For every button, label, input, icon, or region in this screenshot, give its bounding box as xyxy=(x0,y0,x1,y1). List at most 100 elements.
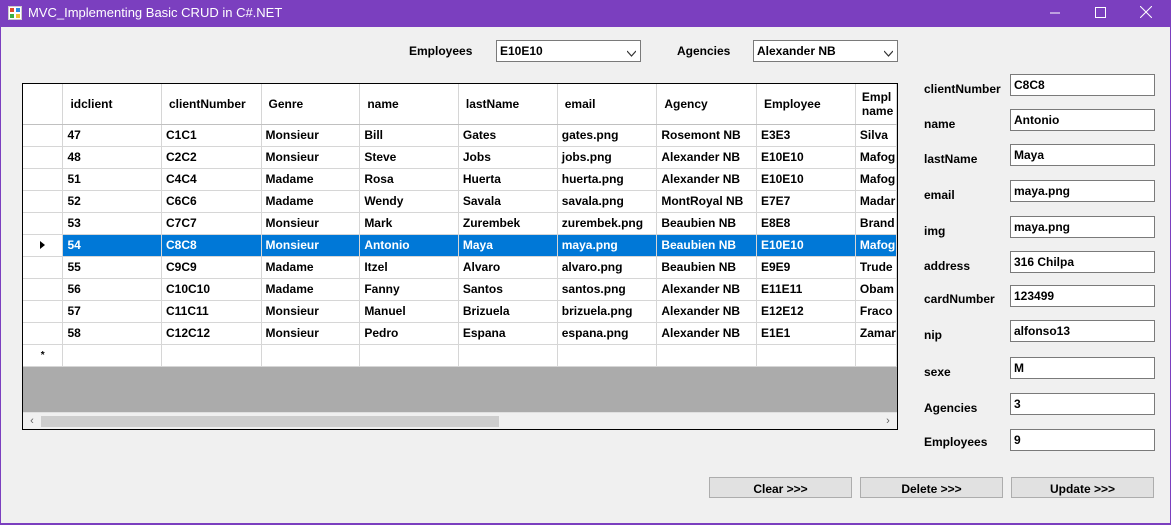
table-cell[interactable] xyxy=(261,344,361,367)
table-cell[interactable]: alvaro.png xyxy=(557,256,658,279)
table-cell[interactable]: Antonio xyxy=(359,234,459,257)
table-cell[interactable]: E10E10 xyxy=(756,146,856,169)
table-cell[interactable]: 57 xyxy=(62,300,162,323)
field-input[interactable]: maya.png xyxy=(1010,180,1155,202)
table-cell[interactable]: Bill xyxy=(359,124,459,147)
column-header[interactable]: Employee xyxy=(756,84,856,125)
table-cell[interactable]: Monsieur xyxy=(261,146,361,169)
table-cell[interactable]: Brizuela xyxy=(458,300,558,323)
table-cell[interactable]: Beaubien NB xyxy=(656,212,757,235)
table-cell[interactable]: Brand xyxy=(855,212,897,235)
table-cell[interactable]: Madame xyxy=(261,190,361,213)
table-cell[interactable]: Mark xyxy=(359,212,459,235)
table-cell[interactable]: C2C2 xyxy=(161,146,262,169)
table-cell[interactable]: E1E1 xyxy=(756,322,856,345)
table-cell[interactable]: Monsieur xyxy=(261,322,361,345)
table-cell[interactable]: E11E11 xyxy=(756,278,856,301)
row-header-cell[interactable] xyxy=(23,322,64,345)
table-cell[interactable]: E12E12 xyxy=(756,300,856,323)
table-cell[interactable]: Wendy xyxy=(359,190,459,213)
table-cell[interactable]: C8C8 xyxy=(161,234,262,257)
table-cell[interactable]: Madame xyxy=(261,168,361,191)
table-cell[interactable]: E8E8 xyxy=(756,212,856,235)
corner-header-cell[interactable] xyxy=(23,84,64,125)
table-cell[interactable]: zurembek.png xyxy=(557,212,658,235)
field-input[interactable]: M xyxy=(1010,357,1155,379)
table-cell[interactable]: C9C9 xyxy=(161,256,262,279)
table-cell[interactable]: C7C7 xyxy=(161,212,262,235)
table-row[interactable]: 54 C8C8 Monsieur Antonio Maya maya.png Beaubie… xyxy=(23,234,897,257)
table-cell[interactable]: Madame xyxy=(261,256,361,279)
field-input[interactable]: Maya xyxy=(1010,144,1155,166)
maximize-button[interactable] xyxy=(1077,0,1123,27)
table-cell[interactable]: huerta.png xyxy=(557,168,658,191)
row-header-cell[interactable] xyxy=(23,212,64,235)
table-cell[interactable]: Santos xyxy=(458,278,558,301)
clients-datagrid[interactable]: idclient clientNumber Genre name lastNam… xyxy=(22,83,898,430)
table-cell[interactable]: C4C4 xyxy=(161,168,262,191)
table-cell[interactable]: Alexander NB xyxy=(656,322,757,345)
table-cell[interactable]: espana.png xyxy=(557,322,658,345)
table-cell[interactable] xyxy=(557,344,658,367)
table-cell[interactable]: Gates xyxy=(458,124,558,147)
field-input[interactable]: 316 Chilpa xyxy=(1010,251,1155,273)
table-cell[interactable]: C1C1 xyxy=(161,124,262,147)
column-header[interactable]: lastName xyxy=(458,84,558,125)
column-header[interactable]: Genre xyxy=(261,84,361,125)
table-cell[interactable]: 47 xyxy=(62,124,162,147)
table-cell[interactable]: E10E10 xyxy=(756,234,856,257)
table-cell[interactable] xyxy=(161,344,262,367)
table-cell[interactable]: Monsieur xyxy=(261,212,361,235)
field-input[interactable]: C8C8 xyxy=(1010,74,1155,96)
table-row[interactable]: 56 C10C10 Madame Fanny Santos santos.png Alexa… xyxy=(23,278,897,301)
table-cell[interactable]: Mafog xyxy=(855,168,897,191)
table-row[interactable]: 55 C9C9 Madame Itzel Alvaro alvaro.png Beaubie… xyxy=(23,256,897,279)
table-cell[interactable] xyxy=(855,344,897,367)
horizontal-scrollbar[interactable]: ‹ › xyxy=(23,412,897,429)
table-cell[interactable]: Manuel xyxy=(359,300,459,323)
table-row[interactable]: 58 C12C12 Monsieur Pedro Espana espana.png Ale… xyxy=(23,322,897,345)
table-cell[interactable]: Zurembek xyxy=(458,212,558,235)
agencies-combobox[interactable]: Alexander NB xyxy=(753,40,898,62)
table-cell[interactable]: Espana xyxy=(458,322,558,345)
table-cell[interactable]: Madame xyxy=(261,278,361,301)
delete-button[interactable]: Delete >>> xyxy=(860,477,1003,498)
table-cell[interactable]: Madar xyxy=(855,190,897,213)
column-header[interactable]: clientNumber xyxy=(161,84,262,125)
table-cell[interactable]: jobs.png xyxy=(557,146,658,169)
table-cell[interactable]: Monsieur xyxy=(261,300,361,323)
field-input[interactable]: maya.png xyxy=(1010,216,1155,238)
row-header-cell[interactable] xyxy=(23,300,64,323)
column-header[interactable]: email xyxy=(557,84,658,125)
scroll-right-icon[interactable]: › xyxy=(881,415,895,427)
new-row-marker[interactable]: * xyxy=(23,344,64,367)
table-cell[interactable]: 52 xyxy=(62,190,162,213)
scroll-left-icon[interactable]: ‹ xyxy=(25,415,39,427)
table-cell[interactable]: E10E10 xyxy=(756,168,856,191)
table-row[interactable]: 57 C11C11 Monsieur Manuel Brizuela brizuela.p… xyxy=(23,300,897,323)
table-cell[interactable] xyxy=(62,344,162,367)
table-cell[interactable]: MontRoyal NB xyxy=(656,190,757,213)
table-cell[interactable]: savala.png xyxy=(557,190,658,213)
table-cell[interactable] xyxy=(458,344,558,367)
table-cell[interactable]: C6C6 xyxy=(161,190,262,213)
field-input[interactable]: alfonso13 xyxy=(1010,320,1155,342)
field-input[interactable]: Antonio xyxy=(1010,109,1155,131)
table-cell[interactable]: Monsieur xyxy=(261,234,361,257)
column-header[interactable]: name xyxy=(359,84,459,125)
table-cell[interactable]: Alexander NB xyxy=(656,146,757,169)
row-header-cell[interactable] xyxy=(23,234,64,257)
row-header-cell[interactable] xyxy=(23,168,64,191)
table-cell[interactable]: Silva xyxy=(855,124,897,147)
table-cell[interactable]: Zamar xyxy=(855,322,897,345)
table-cell[interactable]: gates.png xyxy=(557,124,658,147)
column-header[interactable]: Empl name xyxy=(855,84,897,125)
table-cell[interactable]: C12C12 xyxy=(161,322,262,345)
row-header-cell[interactable] xyxy=(23,146,64,169)
table-cell[interactable]: Mafog xyxy=(855,234,897,257)
table-cell[interactable]: Itzel xyxy=(359,256,459,279)
table-cell[interactable]: brizuela.png xyxy=(557,300,658,323)
table-cell[interactable]: Alexander NB xyxy=(656,168,757,191)
table-cell[interactable] xyxy=(756,344,856,367)
minimize-button[interactable] xyxy=(1032,0,1078,27)
